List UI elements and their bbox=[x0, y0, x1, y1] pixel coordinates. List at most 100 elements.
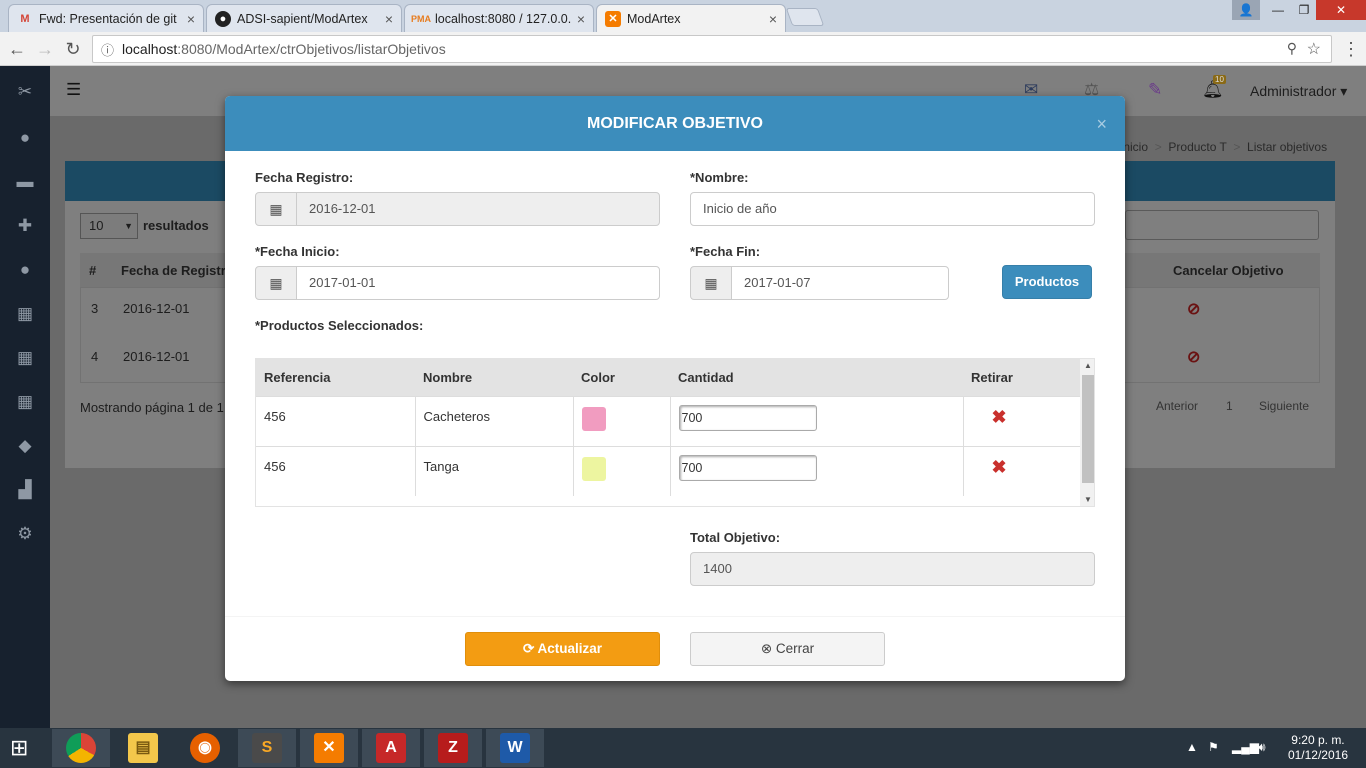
color-swatch bbox=[581, 456, 606, 481]
notification-badge: 10 bbox=[1213, 75, 1226, 84]
calendar-alt-icon[interactable]: ▦ bbox=[15, 392, 35, 412]
puzzle-icon[interactable]: ✚ bbox=[15, 216, 35, 236]
search-input[interactable] bbox=[1125, 210, 1319, 240]
taskbar-acrobat[interactable]: A bbox=[362, 729, 420, 767]
cell-referencia: 456 bbox=[256, 395, 415, 446]
breadcrumb: Inicio > Producto T > Listar objetivos bbox=[1120, 140, 1328, 154]
user-menu[interactable]: Administrador ▾ bbox=[1250, 83, 1347, 100]
bg-cell: 2016-12-01 bbox=[123, 349, 190, 364]
address-bar[interactable]: ⓘ localhost:8080/ModArtex/ctrObjetivos/l… bbox=[92, 35, 1332, 63]
firefox-icon: ◉ bbox=[190, 733, 220, 763]
pagination-page[interactable]: 1 bbox=[1226, 399, 1233, 413]
fecha-inicio-field[interactable]: 2017-01-01 bbox=[296, 266, 660, 300]
window-close-button[interactable]: ✕ bbox=[1316, 0, 1366, 20]
breadcrumb-item: Listar objetivos bbox=[1247, 140, 1328, 154]
table-scrollbar[interactable]: ▲ ▼ bbox=[1080, 359, 1094, 506]
page-size-select[interactable]: 10 ▼ bbox=[80, 213, 138, 239]
tab-phpmyadmin[interactable]: PMA localhost:8080 / 127.0.0.1 × bbox=[404, 4, 594, 32]
scissors-icon[interactable]: ✂ bbox=[15, 82, 35, 102]
cell-cantidad: 700 bbox=[669, 445, 963, 496]
info-icon: ⓘ bbox=[101, 42, 115, 58]
key-icon[interactable]: ⚲ bbox=[1287, 40, 1297, 57]
windows-start-icon[interactable]: ⊞ bbox=[10, 736, 38, 760]
clock-time: 9:20 p. m. bbox=[1291, 733, 1345, 747]
actualizar-button[interactable]: ⟳ Actualizar bbox=[465, 632, 660, 666]
gears-icon[interactable]: ⚙ bbox=[15, 524, 35, 544]
col-nombre: Nombre bbox=[415, 359, 573, 396]
fecha-fin-field[interactable]: 2017-01-07 bbox=[731, 266, 949, 300]
back-icon[interactable]: ← bbox=[6, 38, 28, 60]
productos-button[interactable]: Productos bbox=[1002, 265, 1092, 299]
cell-color bbox=[572, 445, 670, 496]
pagination-prev[interactable]: Anterior bbox=[1156, 399, 1198, 413]
bg-cell: 2016-12-01 bbox=[123, 301, 190, 316]
calculator-icon[interactable]: ▦ bbox=[15, 304, 35, 324]
calendar-icon[interactable]: ▦ bbox=[15, 348, 35, 368]
reload-icon[interactable]: ↻ bbox=[62, 38, 84, 60]
calendar-icon: ▦ bbox=[255, 192, 297, 226]
user-name: Administrador bbox=[1250, 83, 1337, 99]
chrome-menu-icon[interactable]: ⋮ bbox=[1340, 38, 1362, 60]
scroll-up-icon[interactable]: ▲ bbox=[1084, 361, 1092, 370]
pagination-info: Mostrando página 1 de 1 bbox=[80, 400, 224, 415]
cantidad-input[interactable]: 700 bbox=[678, 454, 817, 481]
tab-github[interactable]: ● ADSI-sapient/ModArtex × bbox=[206, 4, 402, 32]
volume-icon[interactable]: 🔊︎ bbox=[1258, 740, 1266, 755]
action-center-flag-icon[interactable]: ⚑ bbox=[1208, 740, 1219, 754]
forward-icon[interactable]: → bbox=[34, 38, 56, 60]
nombre-label: *Nombre: bbox=[690, 170, 749, 185]
remove-icon[interactable]: ✖ bbox=[992, 407, 1081, 428]
close-tab-icon[interactable]: × bbox=[385, 11, 393, 27]
bar-chart-icon[interactable]: ▟ bbox=[15, 480, 35, 500]
users-icon[interactable]: ● bbox=[15, 260, 35, 280]
breadcrumb-item[interactable]: Producto T bbox=[1168, 140, 1226, 154]
taskbar-firefox[interactable]: ◉ bbox=[176, 729, 234, 767]
taskbar-clock[interactable]: 9:20 p. m. 01/12/2016 bbox=[1288, 733, 1348, 763]
times-circle-icon: ⊗ bbox=[760, 641, 773, 656]
url-path: :8080/ModArtex/ctrObjetivos/listarObjeti… bbox=[177, 41, 446, 57]
taskbar-explorer[interactable]: ▤ bbox=[114, 729, 172, 767]
modal-close-icon[interactable]: × bbox=[1096, 96, 1107, 152]
dropbox-icon[interactable]: ◆ bbox=[15, 436, 35, 456]
gmail-icon: M bbox=[20, 12, 30, 25]
tab-modartex[interactable]: ✕ ModArtex × bbox=[596, 4, 786, 32]
maximize-button[interactable]: ❐ bbox=[1290, 0, 1318, 20]
taskbar-word[interactable]: W bbox=[486, 729, 544, 767]
github-icon: ● bbox=[215, 10, 231, 27]
paint-brush-icon[interactable]: ✎ bbox=[1148, 80, 1162, 100]
close-tab-icon[interactable]: × bbox=[187, 11, 195, 27]
cell-nombre: Tanga bbox=[414, 445, 573, 496]
calendar-icon[interactable]: ▦ bbox=[255, 266, 297, 300]
taskbar-xampp[interactable]: ✕ bbox=[300, 729, 358, 767]
close-tab-icon[interactable]: × bbox=[577, 11, 585, 27]
taskbar-sublime[interactable]: S bbox=[238, 729, 296, 767]
hamburger-menu-icon[interactable]: ☰ bbox=[66, 80, 81, 100]
user-icon[interactable]: ● bbox=[15, 128, 35, 148]
tab-gmail[interactable]: M Fwd: Presentación de git × bbox=[8, 4, 204, 32]
taskbar-filezilla[interactable]: Z bbox=[424, 729, 482, 767]
minimize-button[interactable]: — bbox=[1264, 0, 1292, 20]
user-profile-icon[interactable]: 👤 bbox=[1232, 0, 1260, 20]
scroll-down-icon[interactable]: ▼ bbox=[1084, 495, 1092, 504]
close-tab-icon[interactable]: × bbox=[769, 11, 777, 27]
cell-retirar: ✖ bbox=[962, 395, 1081, 446]
nombre-field[interactable]: Inicio de año bbox=[690, 192, 1095, 226]
network-icon[interactable]: ▂▄▆ bbox=[1232, 740, 1259, 754]
bookmark-star-icon[interactable]: ☆ bbox=[1307, 39, 1321, 59]
pagination-next[interactable]: Siguiente bbox=[1259, 399, 1309, 413]
scroll-thumb[interactable] bbox=[1082, 375, 1094, 483]
cancel-objective-icon[interactable]: ⊘ bbox=[1187, 299, 1200, 319]
cerrar-button[interactable]: ⊗ Cerrar bbox=[690, 632, 885, 666]
browser-toolbar: ← → ↻ ⓘ localhost:8080/ModArtex/ctrObjet… bbox=[0, 32, 1366, 66]
calendar-icon[interactable]: ▦ bbox=[690, 266, 732, 300]
tray-expand-icon[interactable]: ▲ bbox=[1186, 740, 1198, 754]
productos-seleccionados-label: *Productos Seleccionados: bbox=[255, 318, 424, 333]
cantidad-input[interactable]: 700 bbox=[678, 404, 817, 431]
bg-col-header: # bbox=[89, 263, 97, 278]
taskbar-chrome[interactable] bbox=[52, 729, 110, 767]
new-tab-button[interactable] bbox=[785, 8, 825, 26]
truck-icon[interactable]: ▬ bbox=[15, 172, 35, 192]
remove-icon[interactable]: ✖ bbox=[992, 457, 1081, 478]
xampp-icon: ✕ bbox=[314, 733, 344, 763]
cancel-objective-icon[interactable]: ⊘ bbox=[1187, 347, 1200, 367]
